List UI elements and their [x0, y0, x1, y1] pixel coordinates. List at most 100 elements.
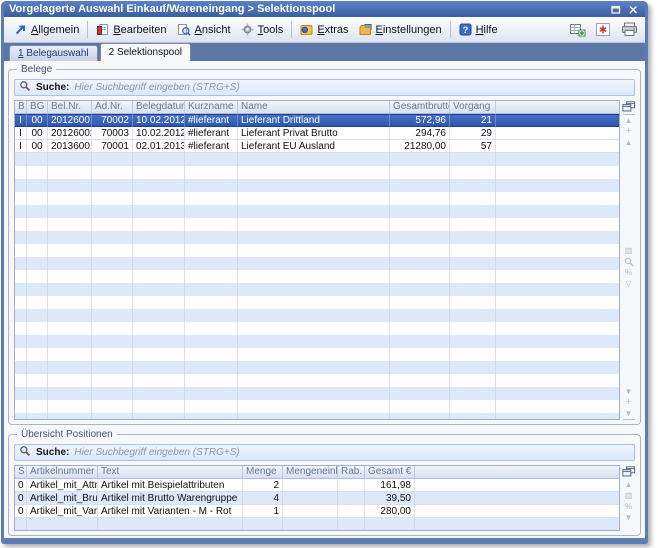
table-row[interactable]: 0Artikel_mit_AttributenArtikel mit Beisp…: [15, 479, 619, 492]
empty-row: [15, 296, 619, 309]
column-header-b[interactable]: B: [15, 101, 27, 114]
menu-item-allgemein[interactable]: Allgemein: [9, 21, 84, 38]
search-rows-icon[interactable]: [623, 256, 635, 267]
columns-icon[interactable]: ▥: [623, 490, 635, 501]
search-label: Suche:: [36, 82, 69, 93]
cell: [390, 335, 450, 348]
column-header-menge[interactable]: Menge: [243, 466, 283, 479]
title-bar[interactable]: Vorgelagerte Auswahl Einkauf/Wareneingan…: [4, 1, 645, 17]
percent-icon[interactable]: %: [623, 267, 635, 278]
restore-button[interactable]: [608, 3, 623, 16]
column-header-s[interactable]: S: [15, 466, 27, 479]
percent-icon[interactable]: %: [623, 501, 635, 512]
cell: 294,76: [390, 127, 450, 140]
add-row-icon[interactable]: +: [623, 126, 635, 137]
cell: [92, 257, 133, 270]
column-chooser-icon[interactable]: [622, 465, 636, 477]
filter-icon[interactable]: ▽: [623, 278, 635, 289]
close-button[interactable]: [625, 3, 640, 16]
column-header-belegdatum[interactable]: Belegdatum: [133, 101, 185, 114]
column-header-bel-nr[interactable]: Bel.Nr.: [48, 101, 92, 114]
goto-last-icon[interactable]: ▼: [623, 408, 635, 420]
column-header-kurzname[interactable]: Kurzname: [185, 101, 238, 114]
cell: [238, 387, 390, 400]
cell: [238, 400, 390, 413]
cell: [133, 348, 185, 361]
menu-item-label: Hilfe: [476, 24, 498, 36]
cell: [338, 492, 365, 505]
cell: [27, 270, 48, 283]
table-row[interactable]: 0Artikel_mit_Varianten.Artikel mit Varia…: [15, 505, 619, 518]
cell: [92, 335, 133, 348]
cell: [450, 179, 496, 192]
positionen-search-field[interactable]: Suche: Hier Suchbegriff eingeben (STRG+S…: [14, 444, 635, 461]
belege-search-field[interactable]: Suche: Hier Suchbegriff eingeben (STRG+S…: [14, 79, 635, 96]
cell: [27, 192, 48, 205]
column-header-gesamtbrutto[interactable]: Gesamtbrutto: [390, 101, 450, 114]
cell: I: [15, 127, 27, 140]
cell: [15, 413, 27, 420]
column-header-text[interactable]: Text: [98, 466, 243, 479]
add-row-icon-2[interactable]: +: [623, 397, 635, 408]
cell: [48, 283, 92, 296]
cell: 00: [27, 114, 48, 127]
red-star-icon[interactable]: [592, 20, 614, 39]
cell: [185, 387, 238, 400]
column-header-gesamt[interactable]: Gesamt €: [365, 466, 415, 479]
cell: Artikel mit Beispielattributen: [98, 479, 243, 492]
cell: [450, 231, 496, 244]
menu-item-bearbeiten[interactable]: Bearbeiten: [91, 21, 171, 38]
cell: 21280,00: [390, 140, 450, 153]
cell: 1: [243, 505, 283, 518]
cell: [185, 322, 238, 335]
printer-icon[interactable]: [618, 20, 640, 39]
column-header-name[interactable]: Name: [238, 101, 390, 114]
cell: [92, 218, 133, 231]
arrow-icon: [14, 23, 27, 36]
table-row[interactable]: 0Artikel_mit_Brutto_W(Artikel mit Brutto…: [15, 492, 619, 505]
menu-item-hilfe[interactable]: ?Hilfe: [454, 21, 503, 38]
prev-row-icon[interactable]: ▲: [623, 479, 635, 490]
cell: [15, 270, 27, 283]
column-header-artikelnummer[interactable]: Artikelnummer: [27, 466, 98, 479]
cell: [450, 283, 496, 296]
cell: [450, 257, 496, 270]
cell: [185, 296, 238, 309]
cell: I: [15, 114, 27, 127]
cell: [283, 518, 338, 531]
cell-filler: [496, 322, 619, 335]
search-icon: [19, 80, 31, 95]
column-chooser-icon[interactable]: [622, 100, 636, 112]
column-header-bg[interactable]: BG: [27, 101, 48, 114]
columns-icon[interactable]: ▥: [623, 245, 635, 256]
column-header-mengeneinheit[interactable]: Mengeneinheit: [283, 466, 338, 479]
tab-strip: 1 Belegauswahl2 Selektionspool: [4, 43, 645, 61]
cell: [92, 413, 133, 420]
column-header-vorgang[interactable]: Vorgang: [450, 101, 496, 114]
cell-filler: [496, 413, 619, 420]
menu-item-extras[interactable]: Extras: [295, 21, 353, 38]
next-row-icon[interactable]: ▼: [623, 512, 635, 523]
table-row[interactable]: I00201260017000210.02.2012 /Fr#lieferant…: [15, 114, 619, 127]
tab-2-selektionspool[interactable]: 2 Selektionspool: [100, 43, 191, 61]
tab-1-belegauswahl[interactable]: 1 Belegauswahl: [9, 45, 98, 61]
menu-item-tools[interactable]: Tools: [236, 21, 289, 38]
column-header-ad-nr[interactable]: Ad.Nr.: [92, 101, 133, 114]
goto-first-icon[interactable]: ▲: [623, 114, 635, 126]
cell: [133, 283, 185, 296]
table-row[interactable]: I00201260027000310.02.2012 /Fr#lieferant…: [15, 127, 619, 140]
table-row[interactable]: I00201360017000102.01.2013 /Mi#lieferant…: [15, 140, 619, 153]
cell: [238, 153, 390, 166]
cell: [390, 413, 450, 420]
table-header-row: BBGBel.Nr.Ad.Nr.BelegdatumKurznameNameGe…: [15, 101, 619, 114]
next-row-icon[interactable]: ▼: [623, 386, 635, 397]
cell: [48, 179, 92, 192]
export-grid-icon[interactable]: [566, 20, 588, 39]
menu-item-einstellungen[interactable]: Einstellungen: [354, 21, 447, 38]
cell: [450, 335, 496, 348]
cell: [243, 518, 283, 531]
menu-item-ansicht[interactable]: Ansicht: [172, 21, 236, 38]
cell: [238, 335, 390, 348]
column-header-rab[interactable]: Rab. %: [338, 466, 365, 479]
prev-row-icon[interactable]: ▲: [623, 137, 635, 148]
